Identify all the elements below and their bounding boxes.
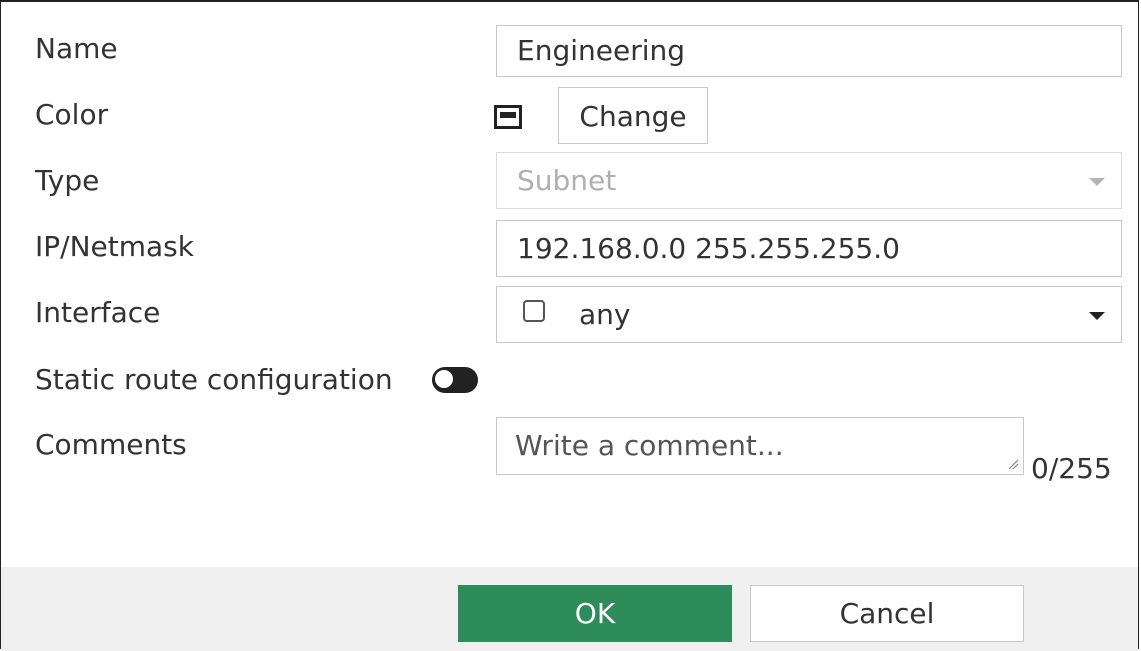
chevron-down-icon <box>1089 178 1105 186</box>
change-color-button[interactable]: Change <box>558 87 708 144</box>
chevron-down-icon <box>1089 312 1105 320</box>
cancel-button[interactable]: Cancel <box>750 585 1024 642</box>
interface-checkbox-icon <box>523 300 545 322</box>
static-route-toggle[interactable] <box>432 367 478 393</box>
interface-label: Interface <box>35 296 161 329</box>
comments-textarea[interactable]: Write a comment... <box>496 417 1024 475</box>
resize-handle-icon[interactable] <box>1007 458 1019 470</box>
ip-netmask-input[interactable]: 192.168.0.0 255.255.255.0 <box>496 220 1122 277</box>
color-swatch-icon[interactable] <box>494 105 522 129</box>
name-label: Name <box>35 32 118 65</box>
type-label: Type <box>35 164 100 197</box>
static-route-label: Static route configuration <box>35 363 393 396</box>
comments-placeholder: Write a comment... <box>515 429 784 462</box>
ip-netmask-value: 192.168.0.0 255.255.255.0 <box>517 232 900 265</box>
name-input-value: Engineering <box>517 34 685 67</box>
type-select: Subnet <box>496 152 1122 209</box>
interface-select-value: any <box>579 298 631 331</box>
name-input[interactable]: Engineering <box>496 25 1122 77</box>
interface-select[interactable]: any <box>496 286 1122 343</box>
type-select-value: Subnet <box>517 164 617 197</box>
dialog-footer: OK Cancel <box>1 567 1138 651</box>
comments-label: Comments <box>35 428 187 461</box>
ip-netmask-label: IP/Netmask <box>35 230 194 263</box>
address-dialog: Name Engineering Color Change Type Subne… <box>0 0 1139 651</box>
comment-char-counter: 0/255 <box>1031 452 1112 485</box>
color-label: Color <box>35 98 109 131</box>
ok-button[interactable]: OK <box>458 585 732 642</box>
